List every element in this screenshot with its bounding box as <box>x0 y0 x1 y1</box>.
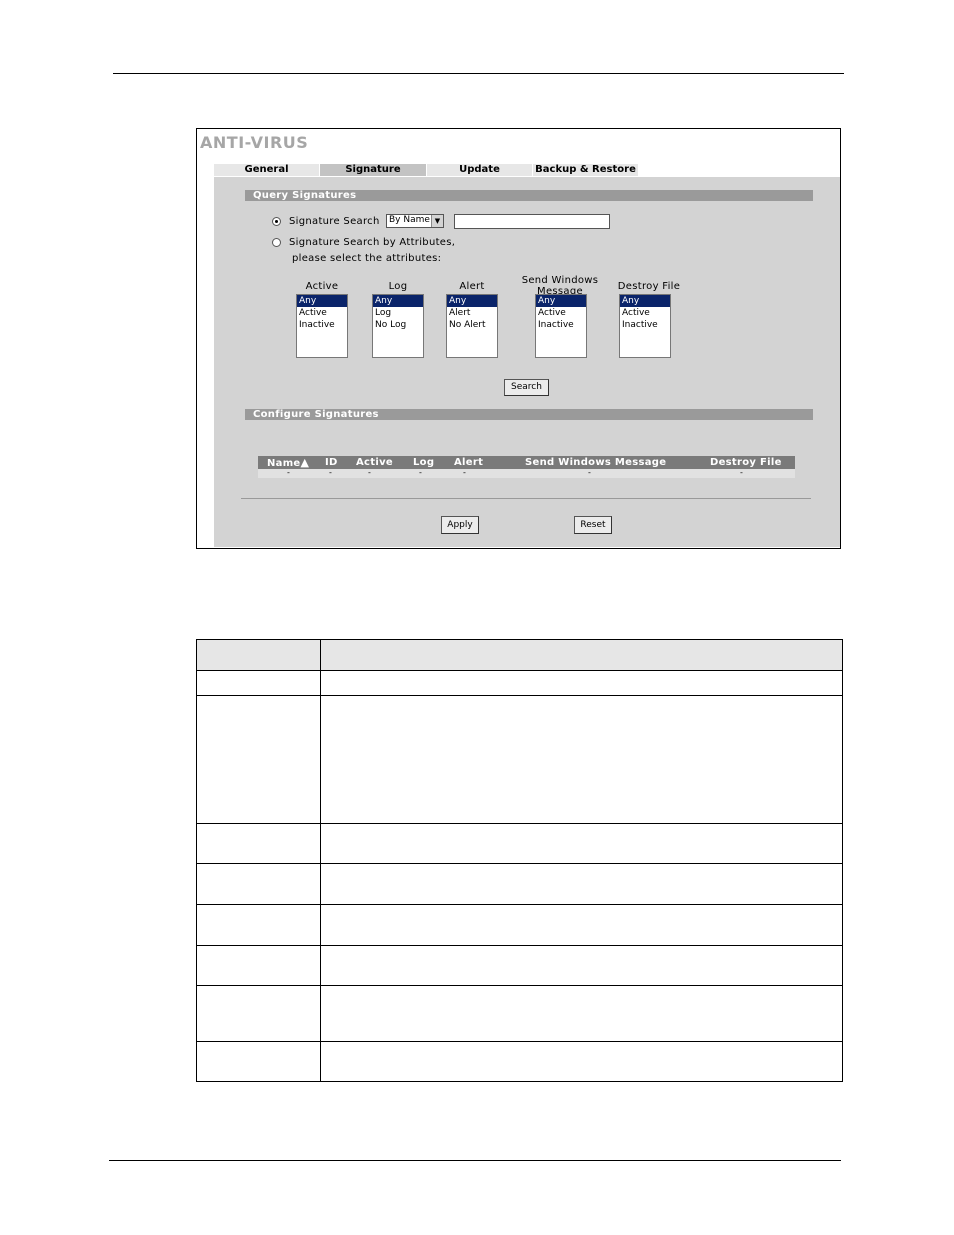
page-title: ANTI-VIRUS <box>200 133 309 152</box>
table-row <box>197 986 842 1042</box>
list-option[interactable]: Active <box>620 307 670 319</box>
table-cell: - <box>463 468 466 477</box>
table-cell <box>197 671 321 695</box>
tab-bar: General Signature Update Backup & Restor… <box>214 164 639 177</box>
table-cell: - <box>740 468 743 477</box>
table-cell <box>197 1042 321 1081</box>
search-input[interactable] <box>454 214 610 229</box>
list-option[interactable]: Inactive <box>620 319 670 331</box>
log-list-title: Log <box>388 281 408 292</box>
list-option[interactable]: Active <box>297 307 347 319</box>
table-cell <box>197 696 321 823</box>
table-header-cell <box>321 640 842 670</box>
table-row <box>197 1042 842 1081</box>
table-cell <box>321 905 842 945</box>
list-option[interactable]: No Alert <box>447 319 497 331</box>
table-row <box>197 640 842 671</box>
attribute-hint: please select the attributes: <box>292 253 442 264</box>
table-cell <box>321 1042 842 1081</box>
signature-search-radio[interactable] <box>272 217 281 226</box>
anti-virus-screenshot: ANTI-VIRUS General Signature Update Back… <box>196 128 841 549</box>
apply-button[interactable]: Apply <box>441 516 479 534</box>
sort-arrow-icon[interactable]: ▲ <box>301 456 310 469</box>
search-button[interactable]: Search <box>504 379 549 396</box>
list-option[interactable]: Any <box>620 295 670 307</box>
reset-button[interactable]: Reset <box>574 516 612 534</box>
search-by-value: By Name <box>389 215 430 225</box>
column-header-send-windows-message: Send Windows Message <box>525 457 667 468</box>
attribute-search-radio[interactable] <box>272 238 281 247</box>
table-row: - - - - - - - <box>258 469 795 478</box>
table-cell <box>321 946 842 985</box>
list-option[interactable]: No Log <box>373 319 423 331</box>
table-cell <box>321 824 842 863</box>
table-cell <box>197 905 321 945</box>
column-header-alert: Alert <box>454 457 484 468</box>
table-cell <box>197 946 321 985</box>
divider <box>241 498 811 499</box>
table-cell <box>321 986 842 1041</box>
table-row <box>197 905 842 946</box>
signature-search-label: Signature Search <box>289 216 380 227</box>
table-cell: - <box>287 468 290 477</box>
list-option[interactable]: Active <box>536 307 586 319</box>
table-cell <box>321 864 842 904</box>
tab-backup-restore[interactable]: Backup & Restore <box>533 164 639 176</box>
list-option[interactable]: Inactive <box>297 319 347 331</box>
table-cell: - <box>329 468 332 477</box>
description-table <box>196 639 843 1082</box>
table-row <box>197 671 842 696</box>
list-option[interactable]: Any <box>297 295 347 307</box>
tab-general[interactable]: General <box>214 164 320 176</box>
table-cell <box>321 671 842 695</box>
list-option[interactable]: Alert <box>447 307 497 319</box>
signature-table-header: Name▲ ID Active Log Alert Send Windows M… <box>258 456 795 469</box>
table-row <box>197 946 842 986</box>
table-cell: - <box>419 468 422 477</box>
table-row <box>197 696 842 824</box>
table-cell <box>321 696 842 823</box>
list-option[interactable]: Inactive <box>536 319 586 331</box>
destroy-file-listbox[interactable]: Any Active Inactive <box>619 294 671 358</box>
column-header-log: Log <box>413 457 435 468</box>
table-header-cell <box>197 640 321 670</box>
signature-panel: Query Signatures Signature Search By Nam… <box>214 177 840 547</box>
list-option[interactable]: Any <box>447 295 497 307</box>
header-rule <box>113 73 844 74</box>
tab-update[interactable]: Update <box>427 164 533 176</box>
attribute-search-label: Signature Search by Attributes, <box>289 237 456 248</box>
log-listbox[interactable]: Any Log No Log <box>372 294 424 358</box>
tab-signature[interactable]: Signature <box>320 164 427 176</box>
query-signatures-header: Query Signatures <box>245 190 813 201</box>
active-listbox[interactable]: Any Active Inactive <box>296 294 348 358</box>
list-option[interactable]: Any <box>373 295 423 307</box>
configure-signatures-header: Configure Signatures <box>245 409 813 420</box>
column-header-destroy-file: Destroy File <box>710 457 782 468</box>
list-option[interactable]: Log <box>373 307 423 319</box>
table-row <box>197 824 842 864</box>
table-cell: - <box>368 468 371 477</box>
alert-list-title: Alert <box>459 281 485 292</box>
active-list-title: Active <box>305 281 339 292</box>
footer-rule <box>109 1160 841 1161</box>
search-by-select[interactable]: By Name ▼ <box>386 214 444 228</box>
chevron-down-icon[interactable]: ▼ <box>431 215 443 227</box>
alert-listbox[interactable]: Any Alert No Alert <box>446 294 498 358</box>
table-cell <box>197 864 321 904</box>
send-windows-message-listbox[interactable]: Any Active Inactive <box>535 294 587 358</box>
column-header-active: Active <box>356 457 393 468</box>
table-cell <box>197 824 321 863</box>
table-cell: - <box>588 468 591 477</box>
table-row <box>197 864 842 905</box>
list-title-line: Send Windows <box>521 275 599 286</box>
list-option[interactable]: Any <box>536 295 586 307</box>
destroy-file-list-title: Destroy File <box>617 281 681 292</box>
table-cell <box>197 986 321 1041</box>
